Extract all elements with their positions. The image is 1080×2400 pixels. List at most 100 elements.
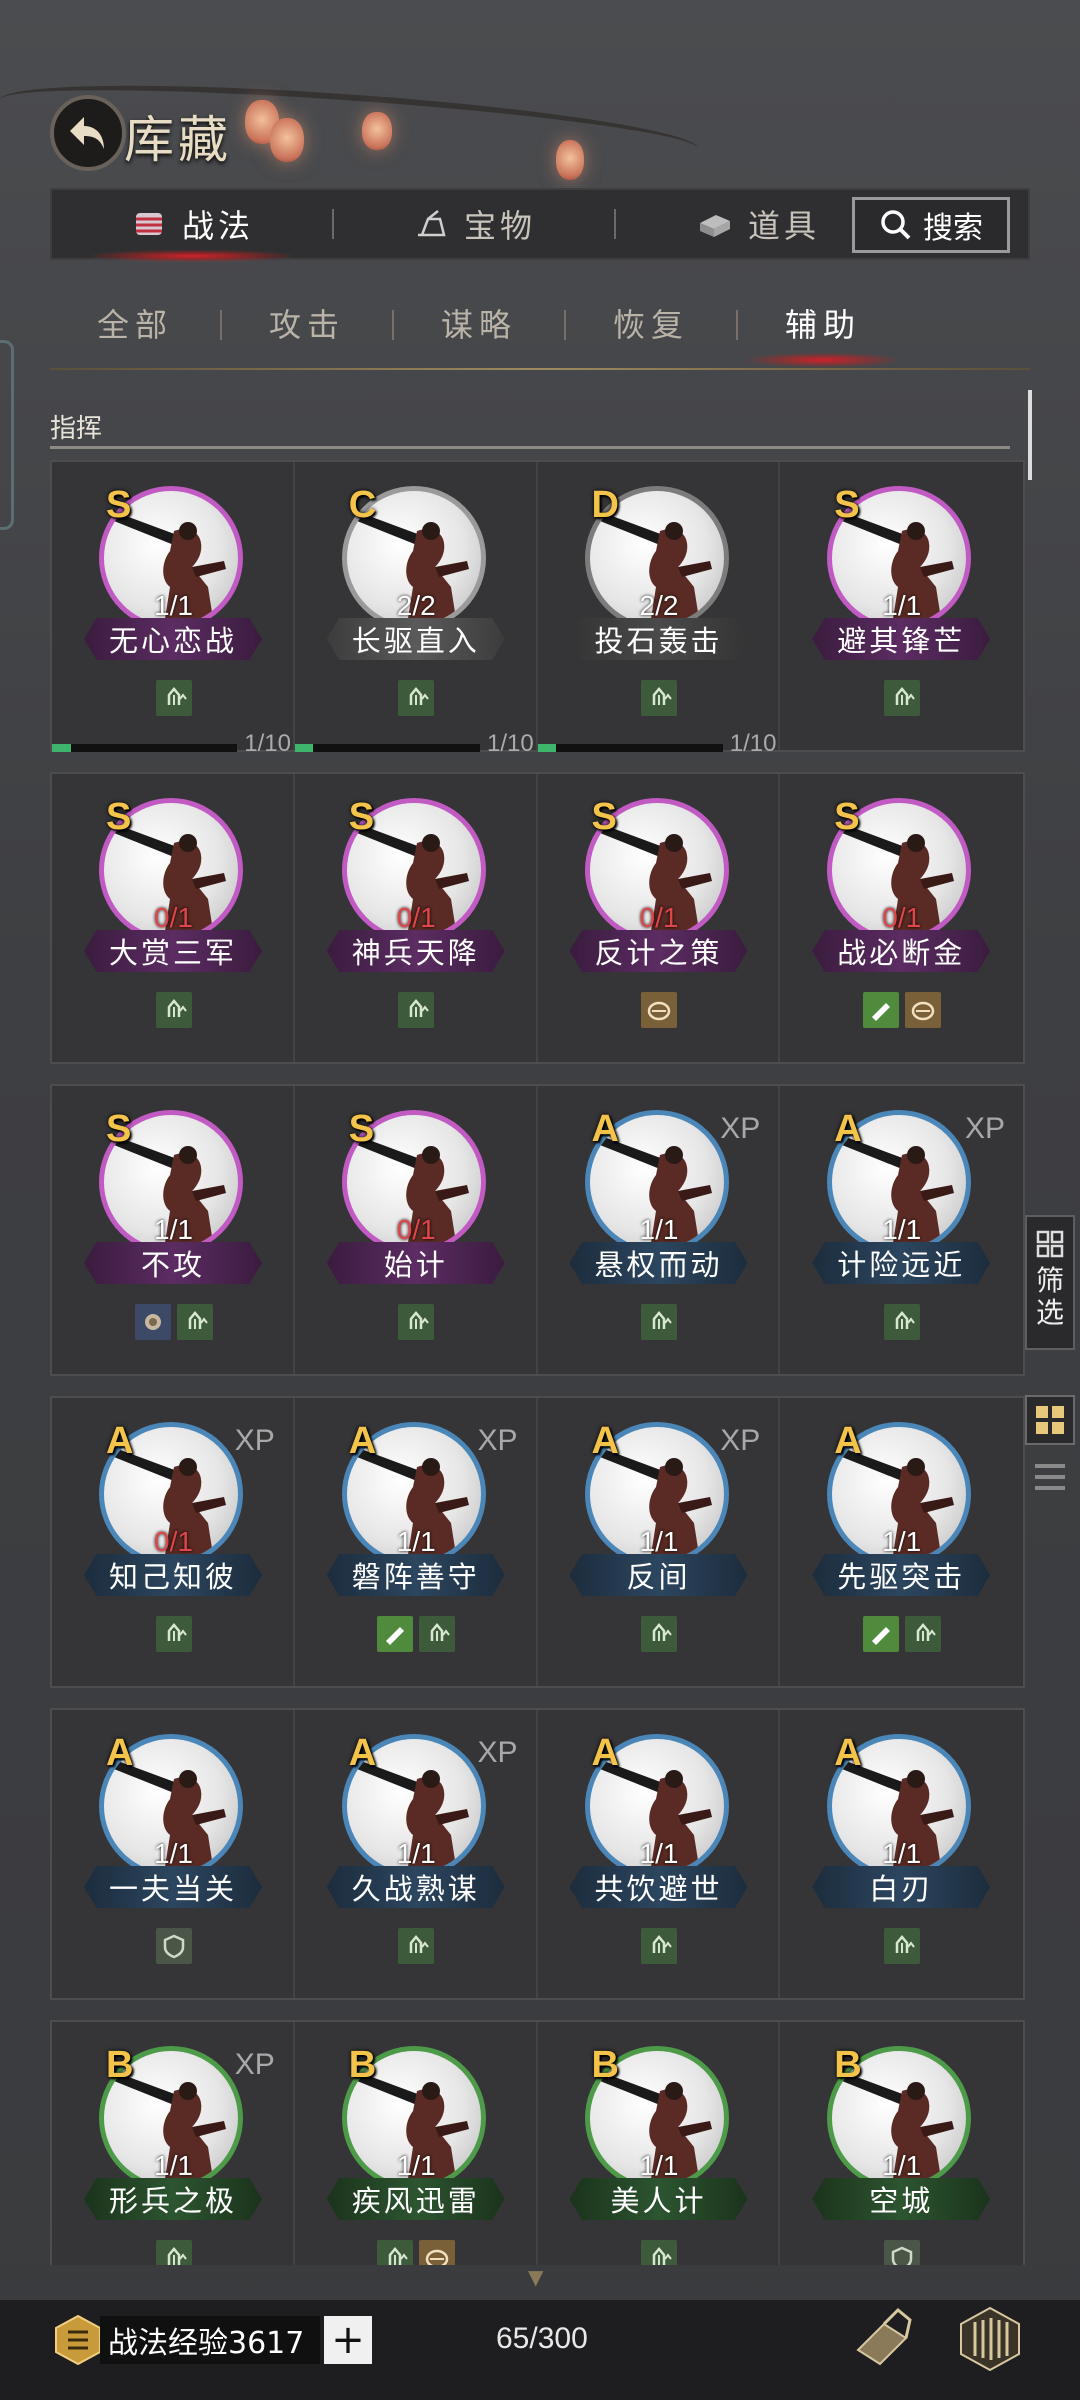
tactic-row: S 1/1 不攻 S 0/1 始计 A XP 1/1 悬权而动 A XP 1/1 计险远近 — [50, 1084, 1025, 1376]
gold-tag-icon — [419, 2240, 456, 2265]
search-icon — [881, 210, 911, 240]
tactic-count: 0/1 — [154, 902, 193, 933]
progress-label: 1/10 — [244, 730, 291, 757]
bamboo-scroll-icon[interactable] — [955, 2304, 1025, 2374]
subtab-recovery[interactable]: 恢复 — [566, 295, 736, 355]
tactic-card[interactable]: A 1/1 一夫当关 — [52, 1710, 295, 1998]
tab-tactics[interactable]: 战法 — [52, 190, 332, 262]
tactic-card[interactable]: S 0/1 始计 — [295, 1086, 538, 1374]
tactic-tags — [538, 1928, 781, 1964]
green-tag-icon — [883, 1928, 920, 1964]
tactic-progress: 1/10 — [294, 730, 538, 757]
tactic-card[interactable]: S 0/1 反计之策 — [538, 774, 781, 1062]
tactic-name-label: 一夫当关 — [108, 1872, 237, 1906]
tactic-card[interactable]: A 1/1 白刃 — [780, 1710, 1023, 1998]
tactic-tags — [52, 1304, 295, 1340]
tactic-card[interactable]: S 0/1 大赏三军 — [52, 774, 295, 1062]
tactic-tags — [295, 680, 538, 716]
tactic-tags — [295, 2240, 538, 2265]
subtab-attack[interactable]: 攻击 — [222, 295, 392, 355]
tactic-name-label: 知己知彼 — [108, 1560, 237, 1594]
tactic-card[interactable]: B XP 1/1 形兵之极 — [52, 2022, 295, 2265]
tactic-tags — [538, 1616, 781, 1652]
tactic-card[interactable]: B 1/1 空城 — [780, 2022, 1023, 2265]
tactic-card[interactable]: A XP 1/1 磐阵善守 — [295, 1398, 538, 1686]
back-button[interactable] — [50, 95, 126, 171]
tactic-name-label: 始计 — [383, 1248, 448, 1282]
tactic-card[interactable]: S 0/1 战必断金 — [780, 774, 1023, 1062]
header: 库藏 — [0, 0, 1080, 190]
tactic-card[interactable]: S 1/1 避其锋芒 — [780, 462, 1023, 750]
tactic-count: 1/1 — [639, 1838, 679, 1869]
tactic-card[interactable]: A XP 1/1 久战熟谋 — [295, 1710, 538, 1998]
subtab-all[interactable]: 全部 — [50, 295, 220, 355]
tactic-count: 1/1 — [639, 2150, 679, 2181]
list-view-toggle[interactable] — [1028, 1455, 1072, 1499]
tactic-count: 1/1 — [882, 2150, 922, 2181]
tactic-count: 1/1 — [154, 590, 193, 621]
tactic-card[interactable]: A 1/1 先驱突击 — [780, 1398, 1023, 1686]
tactic-card[interactable]: A XP 1/1 计险远近 — [780, 1086, 1023, 1374]
tactic-card[interactable]: S 1/1 不攻 — [52, 1086, 295, 1374]
tactic-card[interactable]: S 1/1 无心恋战 1/10 — [52, 462, 295, 757]
tactic-card[interactable]: A XP 1/1 悬权而动 — [538, 1086, 781, 1374]
tactic-count: 1/1 — [639, 1214, 679, 1245]
tactic-name: 战必断金 — [812, 930, 991, 972]
green-tag-icon — [155, 680, 192, 716]
subtab-strategy[interactable]: 谋略 — [394, 295, 564, 355]
tactic-card[interactable]: A XP 1/1 反间 — [538, 1398, 781, 1686]
tactic-card[interactable]: A XP 0/1 知己知彼 — [52, 1398, 295, 1686]
subcategory-tabs: 全部 攻击 谋略 恢复 辅助 — [50, 290, 1030, 367]
tactic-count: 1/1 — [882, 590, 922, 621]
scrollbar[interactable] — [1028, 390, 1032, 480]
grid-view-toggle[interactable] — [1025, 1395, 1075, 1445]
tactic-card[interactable]: A 1/1 共饮避世 — [538, 1710, 781, 1998]
tactic-card[interactable]: B 1/1 美人计 — [538, 2022, 781, 2265]
scroll-brush-icon[interactable] — [850, 2304, 920, 2374]
tactic-name-label: 投石轰击 — [594, 624, 723, 658]
grey-tag-icon — [155, 1928, 192, 1964]
progress-fill — [294, 744, 314, 752]
tactic-tags — [538, 992, 781, 1028]
grade-label: A — [348, 1732, 377, 1774]
tab-label: 道具 — [748, 207, 821, 245]
tactic-name: 神兵天降 — [326, 930, 505, 972]
tab-label: 战法 — [181, 207, 254, 245]
tactic-count: 1/1 — [639, 1526, 679, 1557]
grade-label: S — [106, 484, 132, 526]
tactic-card[interactable]: D 2/2 投石轰击 1/10 — [537, 462, 781, 757]
tactic-exp-label: 战法经验3617 — [108, 2326, 305, 2361]
tactic-name-label: 磐阵善守 — [351, 1560, 480, 1594]
tactic-name: 疾风迅雷 — [326, 2178, 505, 2220]
green-tag-icon — [398, 1928, 435, 1964]
lantern-decoration — [556, 140, 584, 180]
tactic-card[interactable]: S 0/1 神兵天降 — [295, 774, 538, 1062]
green-tag-icon — [398, 680, 435, 716]
tactic-tags — [52, 680, 295, 716]
tactic-tags — [780, 680, 1023, 716]
green-tag-icon — [419, 1616, 456, 1652]
filter-button[interactable]: 筛选 — [1025, 1215, 1075, 1350]
subtab-support[interactable]: 辅助 — [738, 295, 908, 367]
tactic-count: 1/1 — [882, 1838, 922, 1869]
search-button[interactable]: 搜索 — [852, 197, 1010, 253]
tactic-tags — [52, 1616, 295, 1652]
tactic-card[interactable]: B 1/1 疾风迅雷 — [295, 2022, 538, 2265]
tactic-name-label: 计险远近 — [837, 1248, 966, 1282]
green-tag-icon — [155, 992, 192, 1028]
tactics-grid: S 1/1 无心恋战 1/10 C 2/2 长驱直入 1/10 D 2/2 投石轰击 1/10 S 1/1… — [50, 460, 1025, 2265]
tab-treasure[interactable]: 宝物 — [334, 190, 614, 258]
xp-badge: XP — [234, 2048, 275, 2081]
tactic-count: 0/1 — [396, 902, 436, 933]
tactic-name: 不攻 — [84, 1242, 262, 1284]
tactic-tags — [295, 1304, 538, 1340]
tactic-name-label: 无心恋战 — [108, 624, 237, 658]
tactic-row: S 0/1 大赏三军 S 0/1 神兵天降 S 0/1 反计之策 S 0/1 战必断金 — [50, 772, 1025, 1064]
tactic-tags — [295, 1928, 538, 1964]
add-exp-button[interactable]: + — [324, 2316, 372, 2364]
tactic-name-label: 避其锋芒 — [837, 624, 966, 658]
list-view-icon — [1035, 1486, 1065, 1490]
tactic-name: 始计 — [326, 1242, 505, 1284]
tactic-card[interactable]: C 2/2 长驱直入 1/10 — [294, 462, 538, 757]
side-drawer-handle[interactable] — [0, 340, 14, 530]
